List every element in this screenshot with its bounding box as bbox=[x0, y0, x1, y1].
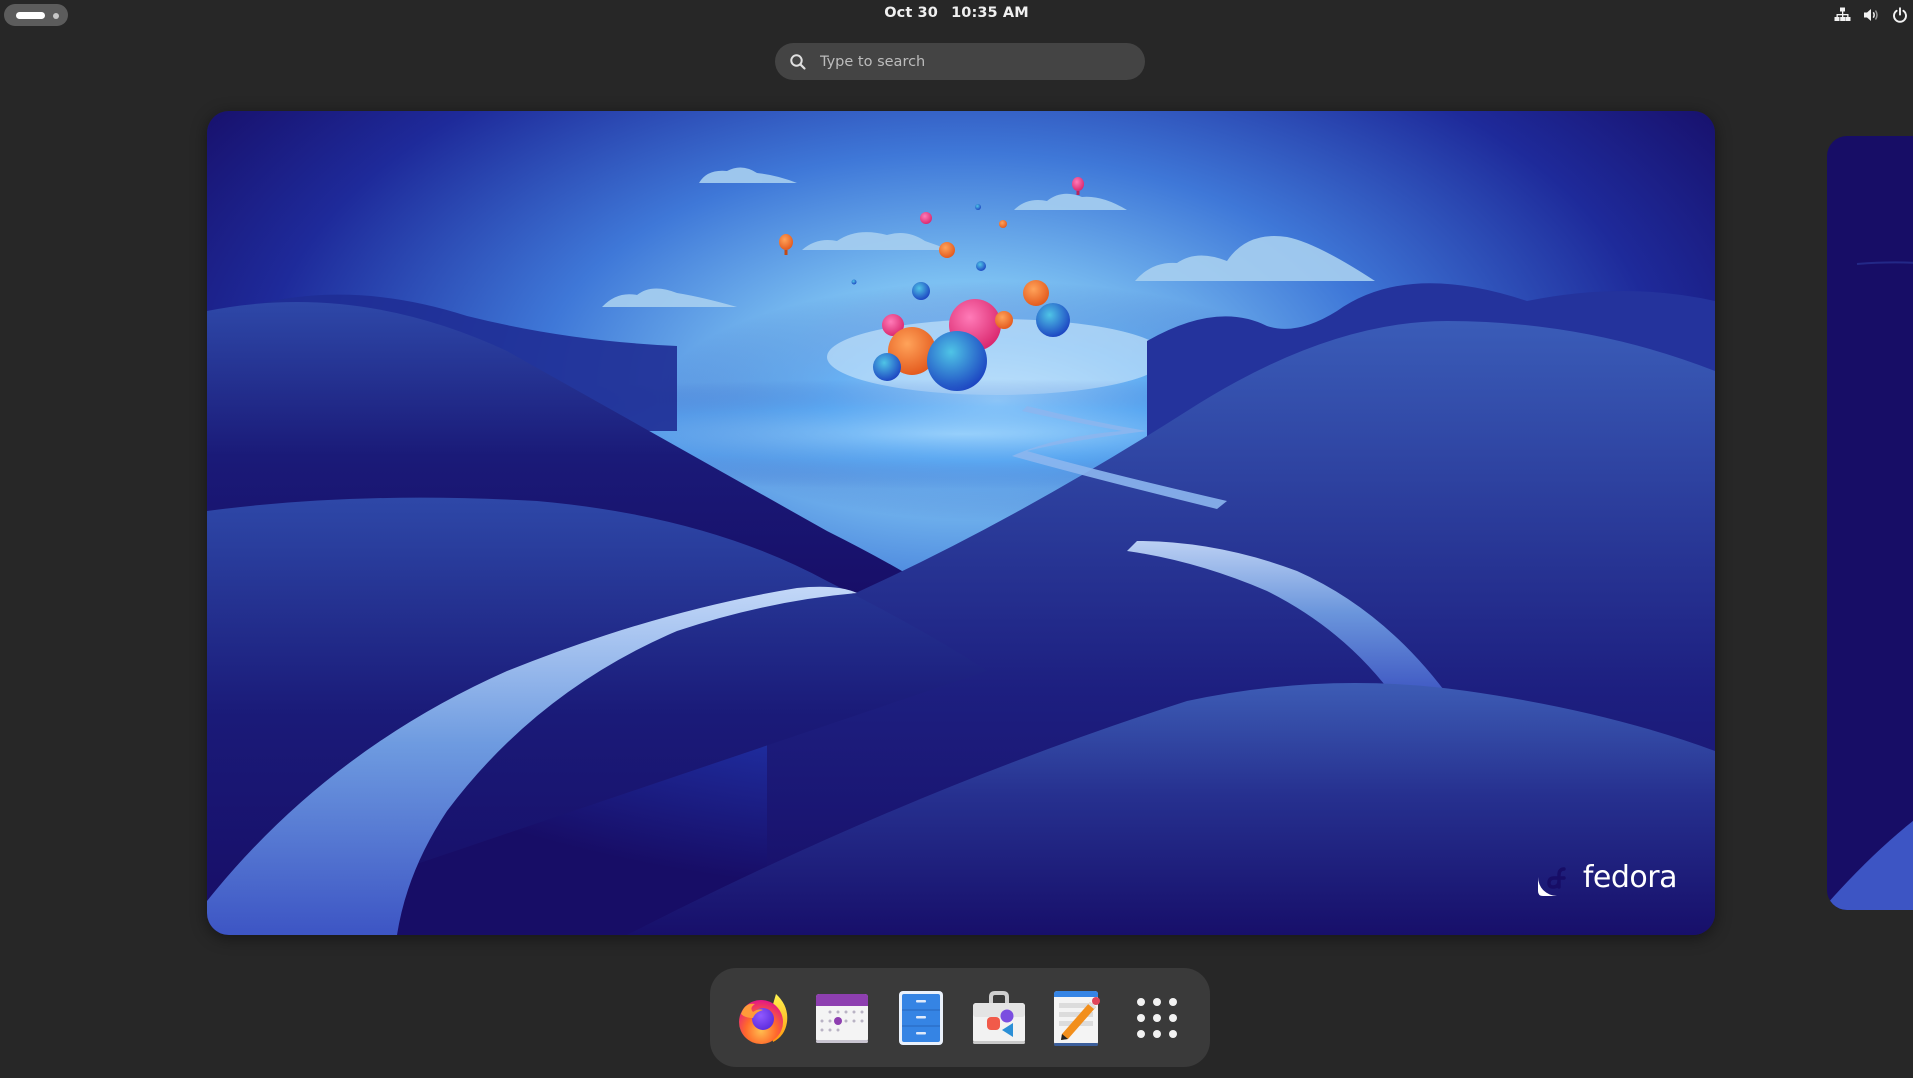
dash-dock bbox=[710, 968, 1210, 1067]
workspace-thumbnail-current[interactable]: fedora bbox=[207, 111, 1715, 935]
files-cabinet-icon bbox=[898, 990, 943, 1045]
fedora-wordmark: fedora bbox=[1582, 859, 1678, 895]
network-wired-icon[interactable] bbox=[1833, 6, 1851, 24]
top-bar: Oct 30 10:35 AM bbox=[0, 0, 1913, 30]
dock-item-files[interactable] bbox=[888, 985, 954, 1051]
fedora-infinity-icon bbox=[1537, 858, 1576, 896]
wallpaper bbox=[207, 111, 1715, 935]
show-apps-button[interactable] bbox=[1124, 985, 1190, 1051]
workspace-thumbnail-next[interactable] bbox=[1827, 136, 1913, 910]
fedora-logo: fedora bbox=[1537, 857, 1678, 897]
search-input[interactable] bbox=[818, 52, 1122, 71]
dock-item-calendar[interactable] bbox=[809, 985, 875, 1051]
clock-date: Oct 30 bbox=[884, 5, 938, 21]
dock-item-firefox[interactable] bbox=[730, 985, 796, 1051]
volume-icon[interactable] bbox=[1862, 6, 1880, 24]
search-bar[interactable] bbox=[775, 43, 1145, 80]
power-icon[interactable] bbox=[1891, 6, 1909, 24]
firefox-icon bbox=[739, 993, 788, 1044]
system-tray[interactable] bbox=[1833, 4, 1909, 26]
clock-time: 10:35 AM bbox=[951, 5, 1029, 21]
dock-item-software[interactable] bbox=[966, 985, 1032, 1051]
text-editor-icon bbox=[1053, 990, 1100, 1046]
wallpaper-next bbox=[1827, 136, 1913, 910]
calendar-icon bbox=[815, 993, 868, 1043]
app-grid-icon bbox=[1136, 997, 1177, 1038]
clock-button[interactable]: Oct 30 10:35 AM bbox=[0, 5, 1913, 21]
dock-item-text-editor[interactable] bbox=[1045, 985, 1111, 1051]
software-bag-icon bbox=[973, 990, 1026, 1044]
search-icon bbox=[790, 53, 806, 70]
